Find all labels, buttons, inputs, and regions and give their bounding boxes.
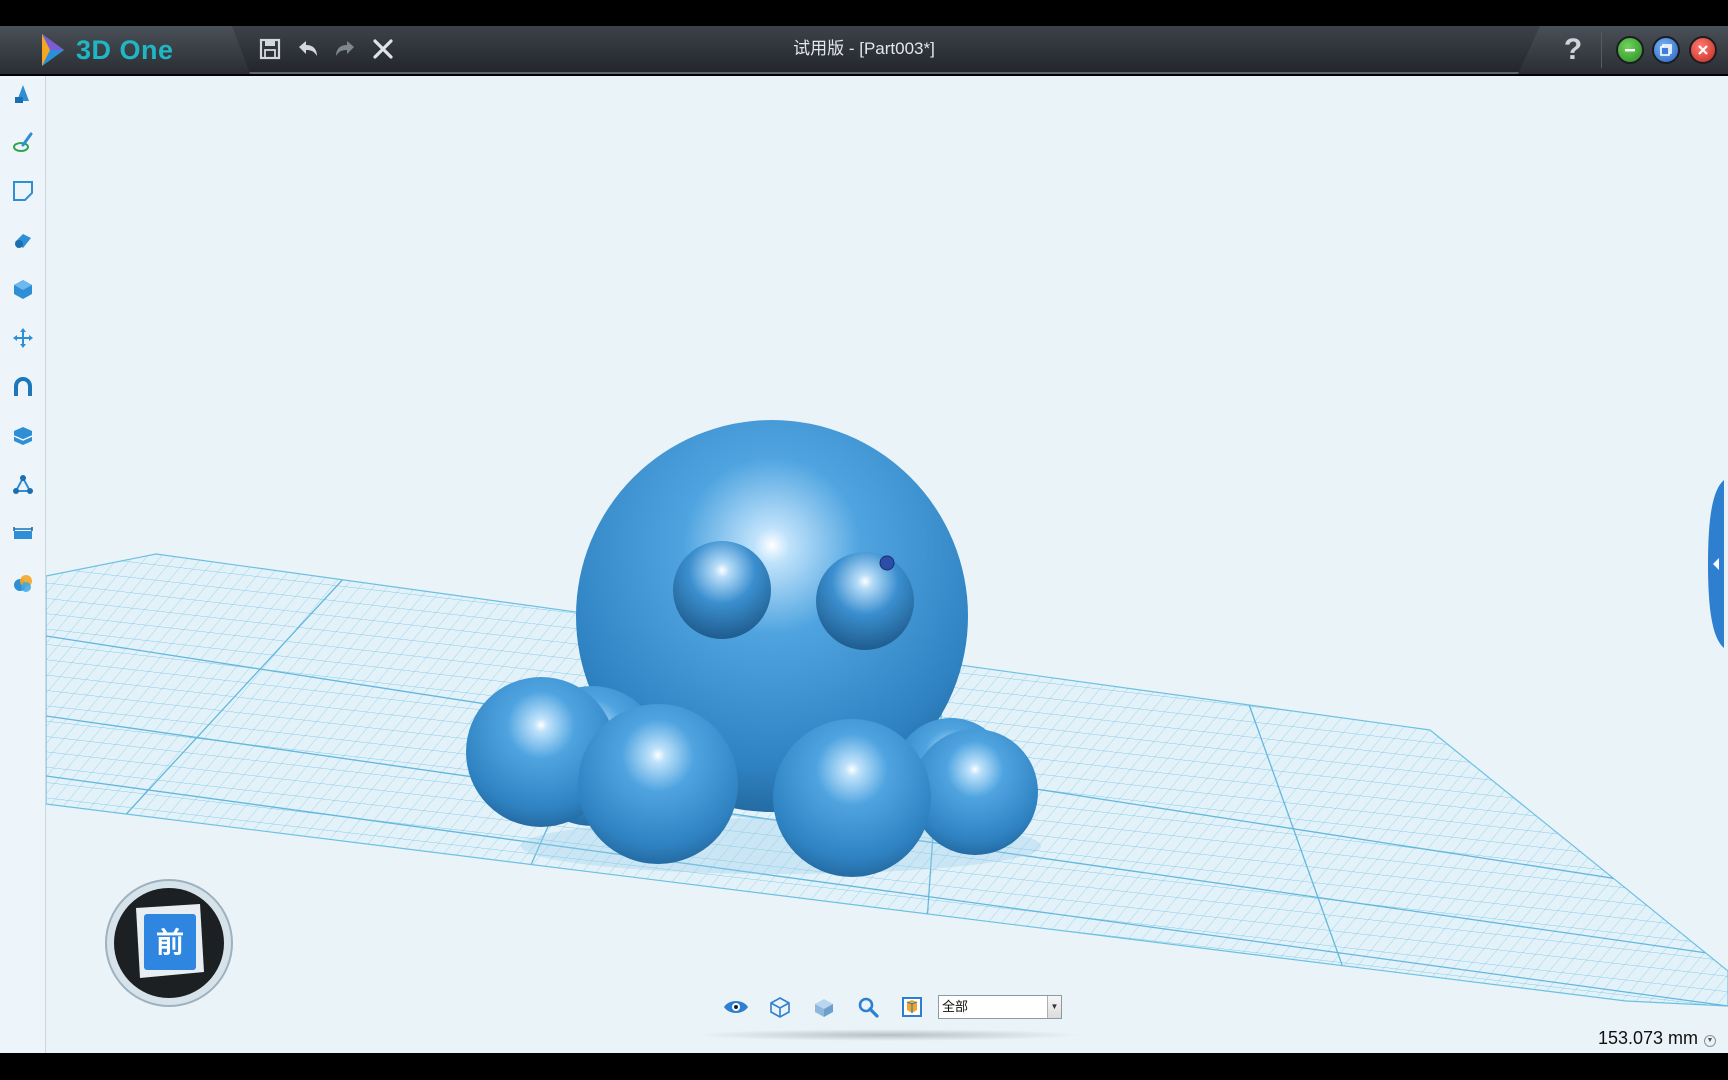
navcube-face-label[interactable]: 前: [144, 916, 196, 970]
color-material-icon: [14, 575, 32, 592]
redo-button[interactable]: [330, 34, 360, 64]
view-visibility-button[interactable]: [720, 992, 752, 1022]
tool-move[interactable]: [8, 323, 38, 353]
eye-sphere-right: [816, 552, 914, 650]
basic-solid-icon: [15, 85, 29, 103]
fit-view-icon: [902, 997, 922, 1017]
eye-sphere-left: [673, 541, 771, 639]
3d-viewport[interactable]: 前 全部 ▼ 153.073 mm ▼: [0, 76, 1728, 1053]
window-close-button[interactable]: [1689, 36, 1717, 64]
redo-icon: [336, 41, 354, 56]
pattern-icon: [13, 427, 33, 445]
shaded-view-icon: [815, 999, 833, 1017]
special-feature-icon: [15, 234, 31, 248]
tool-distance-measure[interactable]: [8, 519, 38, 549]
zoom-button[interactable]: [852, 992, 884, 1022]
restore-button[interactable]: [1652, 36, 1680, 64]
feature-modeling-icon: [14, 280, 32, 299]
save-button[interactable]: [255, 34, 285, 64]
tool-color-material[interactable]: [8, 568, 38, 598]
fit-view-button[interactable]: [896, 992, 928, 1022]
title-bar: 3D One 试用版 - [Part003*] ?: [0, 26, 1728, 74]
selection-point: [879, 555, 895, 571]
zoom-icon: [858, 997, 879, 1018]
chevron-down-icon[interactable]: ▼: [1047, 996, 1061, 1018]
minimize-icon: [1625, 49, 1635, 52]
panel-expand-handle[interactable]: [1708, 480, 1724, 648]
view-visibility-icon: [724, 1001, 748, 1013]
readout-dropdown-icon[interactable]: ▼: [1704, 1035, 1716, 1047]
tool-sketch[interactable]: [8, 127, 38, 157]
screen-bottom-border: [0, 1053, 1728, 1080]
title-bar-divider: [1601, 32, 1602, 68]
tool-combine[interactable]: [8, 372, 38, 402]
tool-basic-edit[interactable]: [8, 470, 38, 500]
logo-text: 3D One: [76, 34, 174, 65]
close-document-button[interactable]: [368, 34, 398, 64]
help-button[interactable]: ?: [1558, 30, 1588, 70]
view-toolbar: 全部 ▼: [690, 992, 1090, 1036]
undo-icon: [299, 41, 317, 56]
distance-measure-icon: [13, 527, 33, 539]
wireframe-view-icon: [770, 997, 790, 1018]
sketch-icon: [13, 132, 33, 152]
tool-sketch-edit[interactable]: [8, 176, 38, 206]
tool-feature-modeling[interactable]: [8, 274, 38, 304]
tool-basic-solid[interactable]: [8, 78, 38, 108]
selection-filter-value: 全部: [942, 999, 969, 1014]
tool-special-feature[interactable]: [8, 225, 38, 255]
restore-icon: [1660, 44, 1672, 56]
app-window: 3D One 试用版 - [Part003*] ? 前 全部 ▼ 153.073…: [0, 0, 1728, 1080]
tool-pattern[interactable]: [8, 421, 38, 451]
close-icon: [373, 39, 393, 59]
tentacle-sphere: [912, 729, 1038, 855]
tool-sidebar: [0, 76, 46, 1053]
tentacle-sphere: [773, 719, 931, 877]
selection-filter-select[interactable]: 全部 ▼: [938, 995, 1062, 1019]
tentacle-sphere: [578, 704, 738, 864]
minimize-button[interactable]: [1616, 36, 1644, 64]
view-navigation-cube[interactable]: 前: [104, 878, 234, 1008]
wireframe-view-button[interactable]: [764, 992, 796, 1022]
combine-icon: [14, 377, 32, 396]
grid-size-readout: 153.073 mm: [1597, 1028, 1698, 1048]
undo-button[interactable]: [293, 34, 323, 64]
save-icon: [259, 38, 281, 60]
app-logo[interactable]: 3D One: [38, 30, 174, 70]
window-close-icon: [1698, 45, 1708, 55]
basic-edit-icon: [13, 475, 33, 494]
shaded-view-button[interactable]: [808, 992, 840, 1022]
move-icon: [13, 328, 33, 348]
logo-icon: [42, 34, 64, 66]
scene-canvas[interactable]: [46, 76, 1728, 1053]
sketch-edit-icon: [13, 181, 33, 201]
